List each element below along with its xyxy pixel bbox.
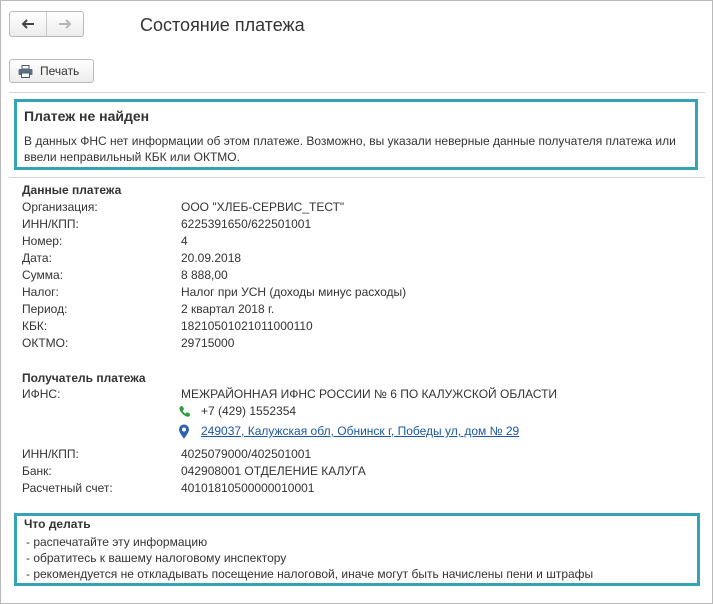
- what-to-do-heading: Что делать: [24, 517, 91, 531]
- field-value: 2 квартал 2018 г.: [181, 302, 275, 316]
- print-button[interactable]: Печать: [9, 59, 94, 83]
- list-item: - распечатайте эту информацию: [26, 535, 208, 549]
- field-value: 20.09.2018: [181, 251, 242, 265]
- field-label: ИНН/КПП:: [22, 447, 79, 461]
- field-value: 4025079000/402501001: [181, 447, 312, 461]
- window-title: Состояние платежа: [140, 15, 305, 35]
- payment-row-date: Дата: 20.09.2018: [22, 250, 682, 267]
- recipient-section-heading: Получатель платежа: [22, 371, 146, 385]
- phone-icon: [177, 405, 191, 419]
- payment-section-heading: Данные платежа: [22, 183, 122, 197]
- field-value: Налог при УСН (доходы минус расходы): [181, 285, 407, 299]
- field-value: МЕЖРАЙОННАЯ ИФНС РОССИИ № 6 ПО КАЛУЖСКОЙ…: [181, 387, 558, 401]
- payment-row-number: Номер: 4: [22, 233, 682, 250]
- back-button[interactable]: [10, 12, 46, 36]
- window: Состояние платежа Печать Платеж не найде…: [0, 0, 713, 604]
- print-button-label: Печать: [40, 64, 80, 78]
- field-value: 29715000: [181, 336, 235, 350]
- recipient-address: 249037, Калужская обл, Обнинск г, Победы…: [177, 423, 519, 440]
- field-label: КБК:: [22, 319, 48, 333]
- alert-message: В данных ФНС нет информации об этом плат…: [24, 134, 676, 164]
- payment-row-amount: Сумма: 8 888,00: [22, 267, 682, 284]
- forward-button[interactable]: [46, 12, 83, 36]
- field-label: Сумма:: [22, 268, 64, 282]
- field-label: Дата:: [22, 251, 52, 265]
- divider: [9, 92, 705, 93]
- arrow-left-icon: [21, 19, 34, 29]
- location-pin-icon: [177, 424, 191, 439]
- field-label: Налог:: [22, 285, 59, 299]
- field-value: 6225391650/622501001: [181, 217, 312, 231]
- payment-row-tax: Налог: Налог при УСН (доходы минус расхо…: [22, 284, 682, 301]
- phone-number: +7 (429) 1552354: [201, 404, 297, 418]
- arrow-right-icon: [59, 19, 72, 29]
- field-value: ООО "ХЛЕБ-СЕРВИС_ТЕСТ": [181, 200, 345, 214]
- field-value: 042908001 ОТДЕЛЕНИЕ КАЛУГА: [181, 464, 366, 478]
- field-value: 8 888,00: [181, 268, 228, 282]
- payment-row-organization: Организация: ООО "ХЛЕБ-СЕРВИС_ТЕСТ": [22, 199, 682, 216]
- list-item: - обратитесь к вашему налоговому инспект…: [26, 551, 287, 565]
- printer-icon: [18, 64, 33, 78]
- field-value: 40101810500000010001: [181, 481, 315, 495]
- recipient-row-inn-kpp: ИНН/КПП: 4025079000/402501001: [22, 446, 682, 463]
- field-value: 18210501021011000110: [181, 319, 313, 333]
- not-found-alert: Платеж не найден В данных ФНС нет информ…: [14, 99, 698, 170]
- navigation-buttons: [9, 11, 84, 37]
- list-item: - рекомендуется не откладывать посещение…: [26, 567, 594, 581]
- field-label: Период:: [22, 302, 68, 316]
- field-label: Организация:: [22, 200, 98, 214]
- recipient-row-account: Расчетный счет: 40101810500000010001: [22, 480, 682, 497]
- payment-row-oktmo: ОКТМО: 29715000: [22, 335, 682, 352]
- alert-heading: Платеж не найден: [24, 108, 150, 124]
- field-label: ИФНС:: [22, 387, 61, 401]
- recipient-phone: +7 (429) 1552354: [177, 403, 296, 420]
- field-label: ОКТМО:: [22, 336, 69, 350]
- payment-row-inn-kpp: ИНН/КПП: 6225391650/622501001: [22, 216, 682, 233]
- field-label: Банк:: [22, 464, 52, 478]
- recipient-row-ifns: ИФНС: МЕЖРАЙОННАЯ ИФНС РОССИИ № 6 ПО КАЛ…: [22, 386, 682, 403]
- field-label: Номер:: [22, 234, 63, 248]
- field-label: Расчетный счет:: [22, 481, 113, 495]
- payment-row-kbk: КБК: 18210501021011000110: [22, 318, 682, 335]
- what-to-do-list: - распечатайте эту информацию - обратите…: [26, 534, 593, 582]
- divider: [9, 177, 705, 178]
- what-to-do-box: Что делать - распечатайте эту информацию…: [14, 513, 700, 586]
- payment-row-period: Период: 2 квартал 2018 г.: [22, 301, 682, 318]
- field-label: ИНН/КПП:: [22, 217, 79, 231]
- recipient-row-bank: Банк: 042908001 ОТДЕЛЕНИЕ КАЛУГА: [22, 463, 682, 480]
- field-value: 4: [181, 234, 188, 248]
- address-link[interactable]: 249037, Калужская обл, Обнинск г, Победы…: [201, 423, 519, 440]
